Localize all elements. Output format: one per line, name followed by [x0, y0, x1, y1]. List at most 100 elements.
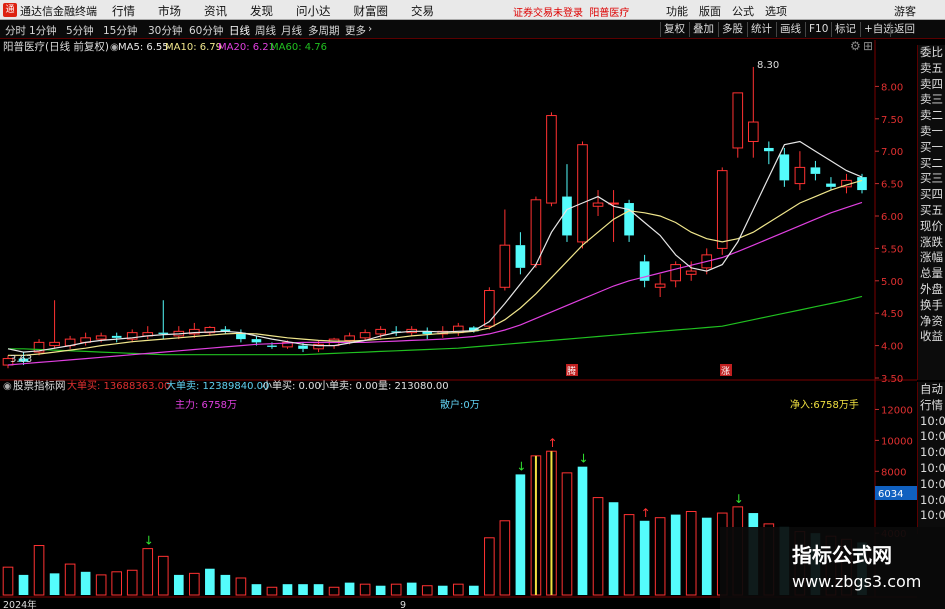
quote-row[interactable]: 买四 [920, 187, 945, 203]
tab-monthly[interactable]: 月线 [281, 23, 302, 38]
quote-row[interactable]: 现价 [920, 219, 945, 235]
tick-panel: 自动 行情 10:0 10:0 10:0 10:0 10:0 10:0 10:0 [917, 382, 945, 534]
quote-row[interactable]: 卖三 [920, 92, 945, 108]
tab-more[interactable]: 更多 [345, 23, 366, 38]
price-tick-label: 7.00 [881, 147, 903, 158]
price-tick-label: 8.00 [881, 82, 903, 93]
volume-bar-up [499, 520, 511, 596]
indicator-name: 股票指标网 [13, 379, 66, 392]
volume-bar-down [282, 584, 293, 595]
multi-stock-button[interactable]: 多股 [718, 22, 746, 37]
candle-down [857, 177, 867, 191]
price-tick-label: 4.00 [881, 342, 903, 353]
tab-multi-period[interactable]: 多周期 [308, 23, 340, 38]
menu-markets[interactable]: 市场 [158, 3, 181, 19]
tab-30min[interactable]: 30分钟 [148, 23, 182, 38]
quote-row[interactable]: 总量 [920, 266, 945, 282]
tab-15min[interactable]: 15分钟 [103, 23, 137, 38]
restore-rights-button[interactable]: 复权 [660, 22, 688, 37]
settings-gear-icon[interactable]: ⚙ [850, 40, 861, 53]
volume-bar-up [111, 571, 123, 596]
chart-axes: 8.00 7.50 7.00 6.50 6.00 5.50 5.00 4.50 4.00 3.50… [875, 82, 913, 540]
volume-label: 量: 213080.00 [378, 380, 449, 392]
quote-row[interactable]: 换手 [920, 298, 945, 314]
menu-options[interactable]: 选项 [765, 3, 787, 19]
app-title: 通达信金融终端 [20, 5, 97, 18]
guest-label[interactable]: 游客 [894, 3, 916, 19]
candle-up [732, 92, 744, 149]
volume-bar-up [95, 574, 107, 596]
candle-up [375, 328, 386, 335]
volume-bar-down [577, 466, 588, 595]
volume-bar-down [639, 520, 650, 595]
volume-bar-down [515, 474, 526, 595]
quote-row[interactable]: 买一 [920, 140, 945, 156]
mark-button[interactable]: 标记 [831, 22, 859, 37]
candle-down [779, 154, 790, 181]
tab-weekly[interactable]: 周线 [255, 23, 276, 38]
indicator-settings-icon[interactable]: ◉ [3, 381, 12, 392]
price-tick-label: 3.50 [881, 374, 903, 385]
quote-row[interactable]: 收益 [920, 329, 945, 345]
stock-chart[interactable]: ↓ ↓ ↑ ↓ ↑ ↓ 8.00 7.50 7.00 6.50 6.00 5.50 5.00 4.50 4… [0, 40, 945, 609]
arrow-up-icon: ↑ [641, 506, 651, 520]
quote-row[interactable]: 卖四 [920, 77, 945, 93]
tab-60min[interactable]: 60分钟 [189, 23, 223, 38]
menu-news[interactable]: 资讯 [204, 3, 227, 19]
menu-trade[interactable]: 交易 [411, 3, 434, 19]
small-sell-label: 小单卖: 0.00 [319, 380, 378, 392]
quote-row[interactable]: 买五 [920, 203, 945, 219]
arrow-down-icon: ↓ [734, 492, 744, 506]
draw-line-button[interactable]: 画线 [776, 22, 804, 37]
statistics-button[interactable]: 统计 [747, 22, 775, 37]
quote-row[interactable]: 净资 [920, 314, 945, 330]
big-buy-label: 大单买: 13688363.00 [67, 379, 170, 392]
tick-row: 10:0 [920, 413, 945, 428]
menu-layout[interactable]: 版面 [699, 3, 721, 19]
watermark-box: 指标公式网 www.zbgs3.com [720, 527, 945, 609]
tab-1min[interactable]: 1分钟 [29, 23, 57, 38]
candle-down [810, 167, 821, 174]
menu-function[interactable]: 功能 [666, 3, 688, 19]
overlay-button[interactable]: 叠加 [689, 22, 717, 37]
tick-row[interactable]: 自动 [920, 382, 945, 398]
tick-row: 10:0 [920, 445, 945, 460]
volume-bar-up [235, 577, 247, 596]
quote-row[interactable]: 卖五 [920, 61, 945, 77]
tick-row[interactable]: 行情 [920, 398, 945, 414]
quote-row[interactable]: 卖一 [920, 124, 945, 140]
menu-ask[interactable]: 问小达 [296, 3, 331, 19]
quote-row[interactable]: 外盘 [920, 282, 945, 298]
f10-button[interactable]: F10 [805, 22, 831, 37]
low-price-label: 3.63 [10, 354, 32, 365]
ma5-label: MA5: 6.55 [118, 42, 169, 53]
menu-market[interactable]: 行情 [112, 3, 135, 19]
tab-intraday[interactable]: 分时 [5, 23, 26, 38]
tab-daily[interactable]: 日线 [229, 23, 250, 38]
menu-wealth[interactable]: 财富圈 [354, 3, 389, 19]
big-sell-label: 大单卖: 12389840.00 [166, 379, 269, 392]
quote-row[interactable]: 买二 [920, 156, 945, 172]
login-notice[interactable]: 证券交易未登录 阳普医疗 [513, 4, 629, 19]
quote-row[interactable]: 买三 [920, 171, 945, 187]
quote-row[interactable]: 涨幅 [920, 250, 945, 266]
volume-bar-down [205, 568, 215, 595]
candle-up [670, 264, 681, 282]
volume-bar-up [142, 548, 154, 596]
volume-bar-down [437, 585, 448, 595]
quote-row[interactable]: 卖二 [920, 108, 945, 124]
volume-bar-down [49, 573, 60, 595]
candle-down [111, 335, 122, 338]
zoom-icon[interactable]: ⊞ [863, 40, 873, 53]
chevron-right-icon[interactable]: › [368, 23, 372, 35]
menu-formula[interactable]: 公式 [732, 3, 754, 19]
candle-down [251, 339, 262, 343]
volume-bar-down [298, 584, 308, 595]
volume-bar-down [375, 585, 386, 595]
back-button[interactable]: 返回 [890, 22, 918, 37]
tab-5min[interactable]: 5分钟 [66, 23, 94, 38]
quote-row[interactable]: 委比 [920, 45, 945, 61]
menu-discover[interactable]: 发现 [250, 3, 273, 19]
retail-label: 散户:0万 [440, 398, 480, 411]
quote-row[interactable]: 涨跌 [920, 235, 945, 251]
